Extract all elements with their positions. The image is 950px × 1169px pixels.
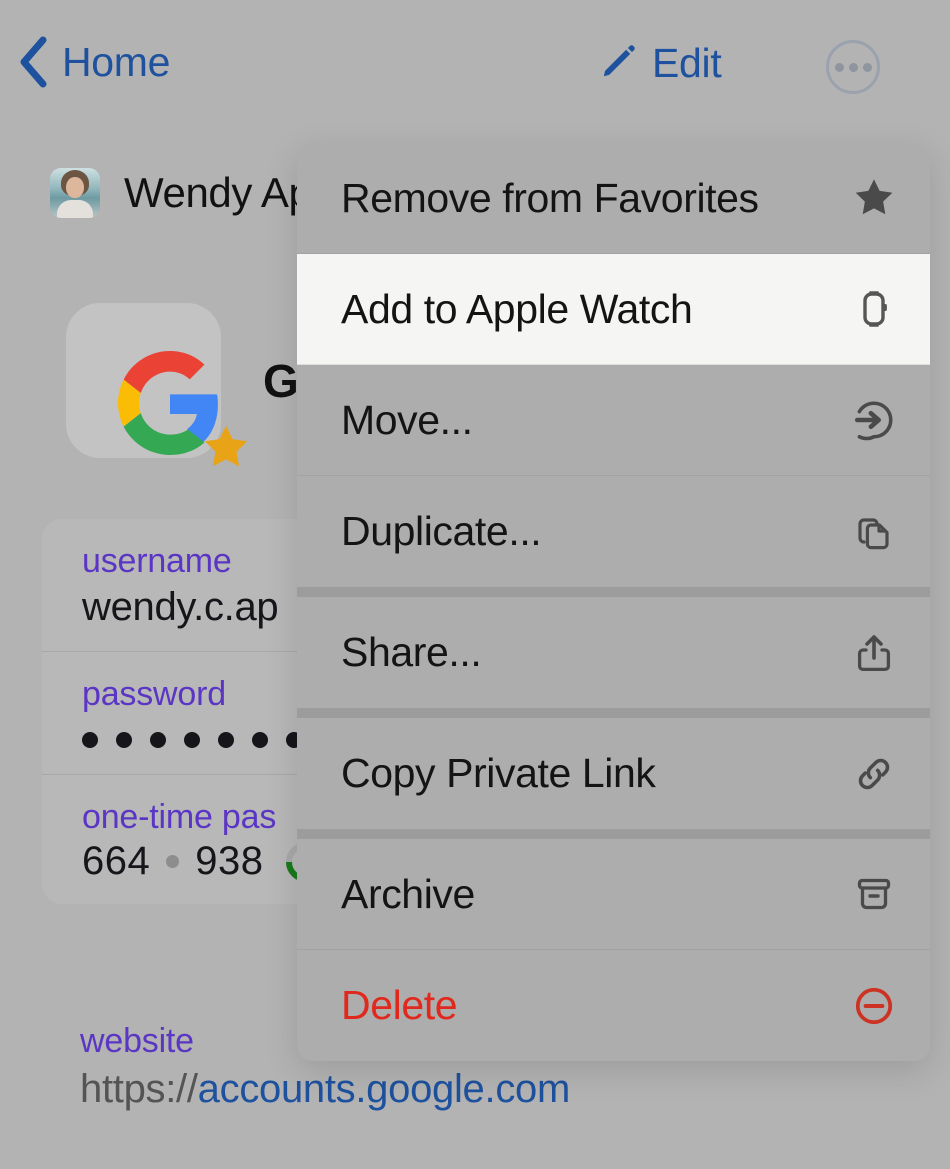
avatar-face — [66, 177, 84, 198]
menu-item-label: Duplicate... — [341, 508, 542, 554]
menu-item-archive[interactable]: Archive — [297, 839, 930, 950]
link-chain-icon — [848, 748, 900, 800]
avatar-body — [57, 200, 93, 218]
star-fill-icon — [848, 172, 900, 224]
menu-item-label: Move... — [341, 396, 473, 443]
minus-circle-icon — [848, 980, 900, 1032]
menu-item-share[interactable]: Share... — [297, 597, 930, 708]
context-menu-group-3: Copy Private Link — [297, 718, 930, 829]
ellipsis-circle-icon[interactable] — [826, 40, 880, 94]
duplicate-copy-icon — [848, 506, 900, 558]
menu-item-label: Delete — [341, 982, 458, 1028]
screen-root: Home Edit Wendy Ap G username wendy.c.ap… — [0, 0, 950, 1169]
menu-item-label: Copy Private Link — [341, 750, 656, 796]
share-up-icon — [848, 627, 900, 679]
field-website-value: https://accounts.google.com — [80, 1067, 570, 1112]
back-button[interactable]: Home — [18, 36, 170, 88]
menu-item-label: Remove from Favorites — [341, 174, 759, 221]
edit-button-label: Edit — [652, 40, 722, 86]
edit-button[interactable]: Edit — [600, 40, 722, 87]
archive-box-icon — [848, 868, 900, 920]
website-scheme: https:// — [80, 1067, 198, 1111]
apple-watch-icon — [848, 283, 900, 335]
star-badge-icon — [183, 412, 248, 467]
field-otp-code: 664 938 — [82, 839, 264, 884]
otp-code-separator — [166, 855, 180, 869]
otp-code-part2: 938 — [195, 839, 264, 884]
chevron-left-icon — [18, 36, 48, 88]
menu-item-delete[interactable]: Delete — [297, 950, 930, 1061]
google-logo-icon — [92, 327, 218, 455]
account-name: Wendy Ap — [124, 169, 312, 216]
otp-code-part1: 664 — [82, 839, 151, 884]
more-dot-2 — [848, 62, 858, 72]
menu-item-copy-private-link[interactable]: Copy Private Link — [297, 718, 930, 829]
item-title: G — [263, 354, 299, 407]
pencil-icon — [600, 42, 638, 85]
menu-item-move[interactable]: Move... — [297, 365, 930, 476]
more-dot-3 — [862, 62, 872, 72]
context-menu-group-1: Remove from Favorites Add to Apple Watch — [297, 143, 930, 587]
avatar — [50, 168, 100, 218]
item-logo-tile — [66, 303, 248, 467]
move-arrow-circle-icon — [848, 394, 900, 446]
menu-item-duplicate[interactable]: Duplicate... — [297, 476, 930, 587]
menu-group-separator-2 — [297, 708, 930, 718]
menu-item-remove-from-favorites[interactable]: Remove from Favorites — [297, 143, 930, 254]
more-dot-1 — [834, 62, 844, 72]
menu-item-label: Archive — [341, 870, 475, 917]
context-menu: Remove from Favorites Add to Apple Watch — [297, 143, 930, 1061]
context-menu-group-4: Archive Delete — [297, 839, 930, 1061]
menu-group-separator-1 — [297, 587, 930, 597]
menu-group-separator-3 — [297, 829, 930, 839]
item-header: G — [66, 303, 299, 467]
menu-item-label: Add to Apple Watch — [341, 285, 693, 332]
context-menu-group-2: Share... — [297, 597, 930, 708]
back-button-label: Home — [62, 38, 171, 85]
account-header[interactable]: Wendy Ap — [50, 168, 312, 218]
menu-item-label: Share... — [341, 629, 482, 675]
website-host: accounts.google.com — [197, 1067, 571, 1111]
navigation-bar: Home Edit — [0, 0, 950, 118]
menu-item-add-to-apple-watch[interactable]: Add to Apple Watch — [297, 254, 930, 365]
